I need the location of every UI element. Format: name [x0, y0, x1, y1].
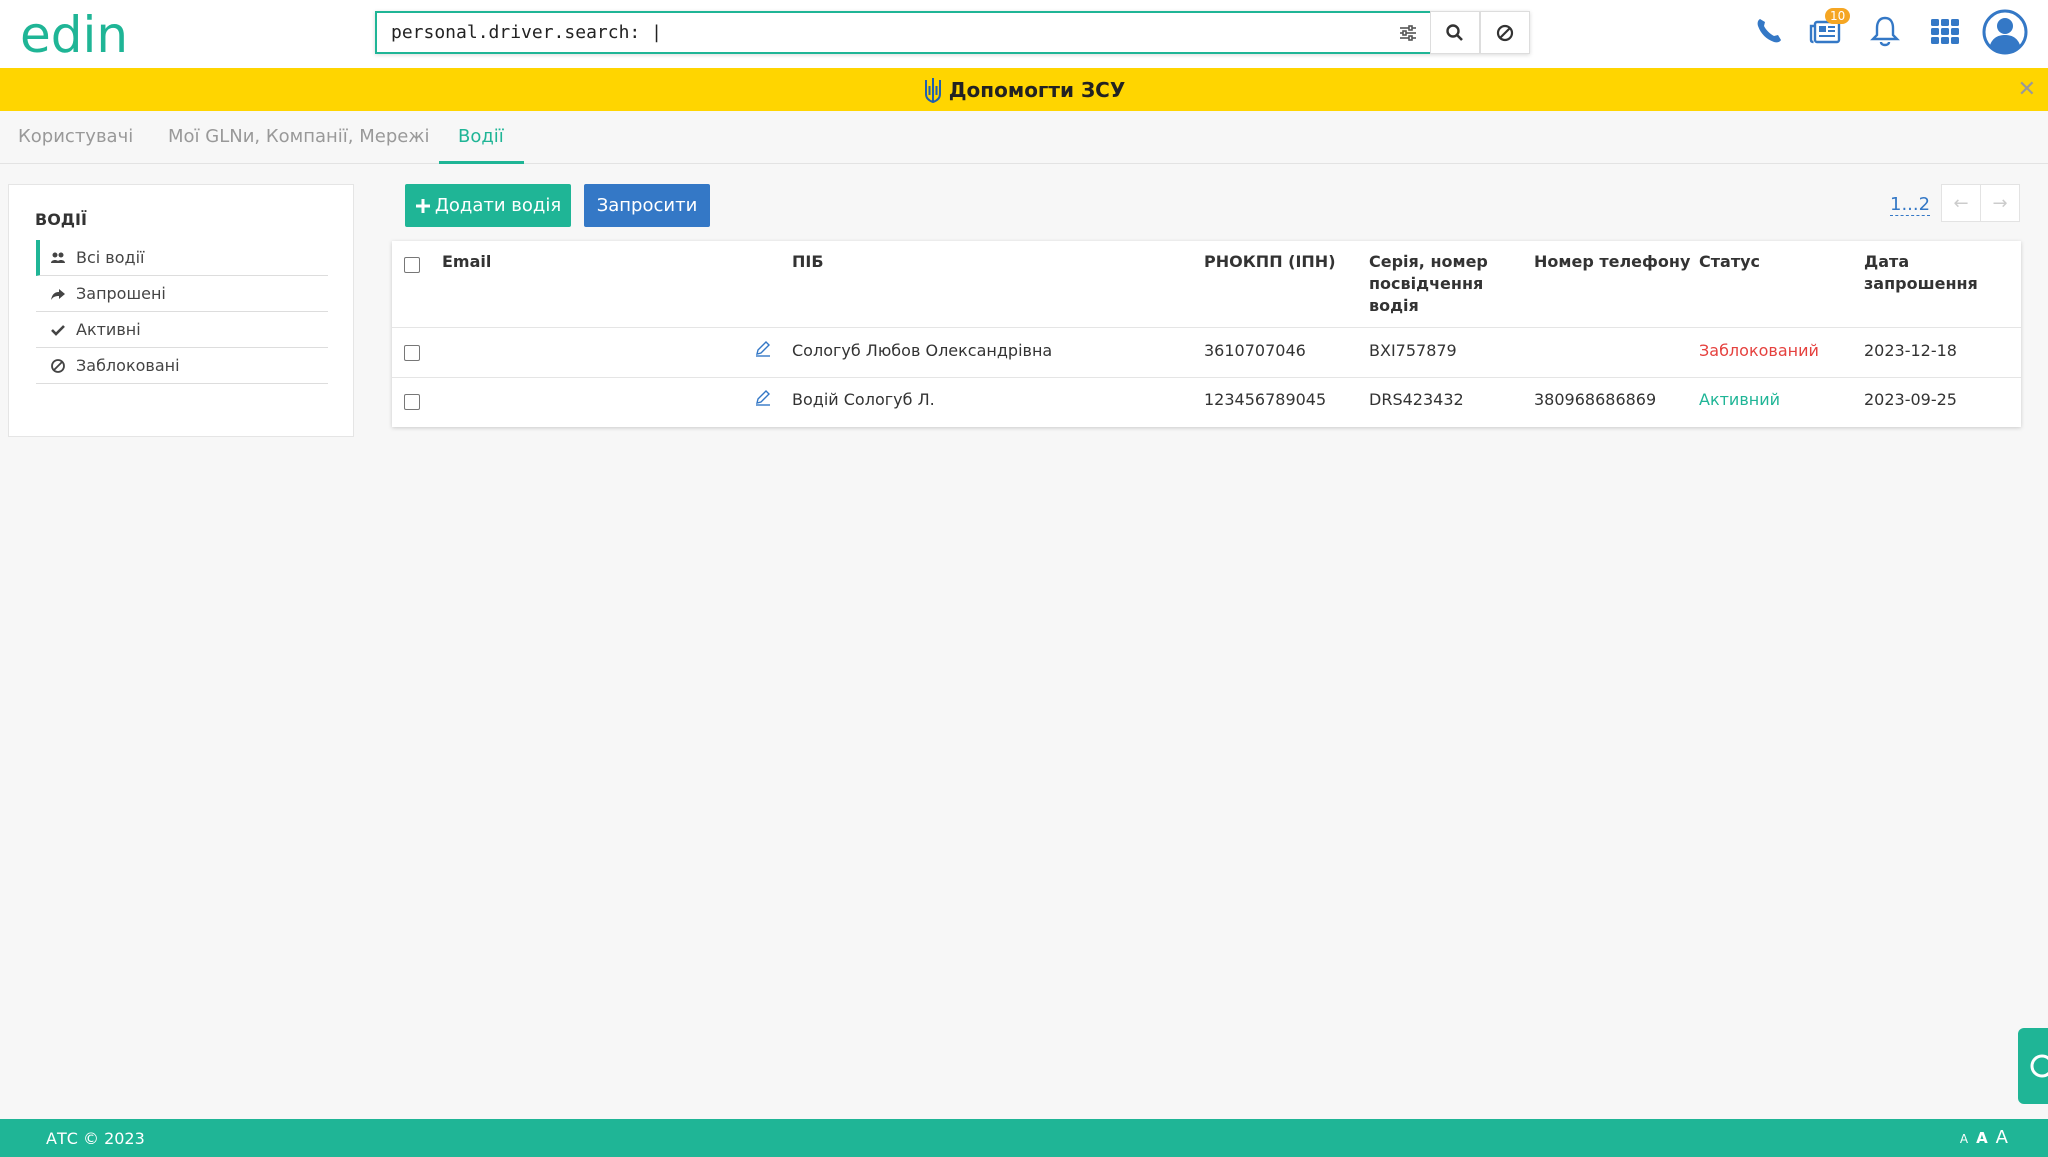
sidebar-title: ВОДІЇ [35, 210, 87, 229]
column-header-status[interactable]: Статус [1699, 251, 1760, 273]
sidebar-item-blocked[interactable]: Заблоковані [36, 348, 328, 384]
drivers-table: Email ПІБ РНОКПП (ІПН) Серія, номер посв… [392, 241, 2021, 427]
clear-search-button[interactable] [1480, 11, 1530, 54]
column-header-invite-date[interactable]: Дата запрошення [1864, 251, 2021, 295]
footer-copyright: АТС © 2023 [46, 1129, 145, 1148]
prev-page-button[interactable]: ← [1941, 184, 1981, 222]
search-box [375, 11, 1430, 54]
notifications-badge: 10 [1825, 8, 1851, 24]
arrow-right-icon: → [1992, 192, 2008, 214]
support-banner[interactable]: Допомогти ЗСУ ✕ [0, 68, 2048, 111]
pencil-icon[interactable] [754, 388, 772, 406]
close-icon[interactable]: ✕ [2018, 77, 2036, 102]
row-checkbox[interactable] [404, 345, 420, 361]
sliders-icon[interactable] [1398, 23, 1418, 43]
next-page-button[interactable]: → [1980, 184, 2020, 222]
chat-widget-button[interactable] [2018, 1028, 2048, 1104]
users-icon [51, 252, 65, 263]
apps-grid-icon[interactable] [1928, 14, 1962, 48]
cell-tax-id: 3610707046 [1204, 341, 1306, 360]
edin-logo[interactable]: edin [20, 10, 170, 60]
search-button[interactable] [1430, 11, 1480, 54]
tab-drivers[interactable]: Водії [458, 126, 504, 147]
user-avatar-icon[interactable] [1982, 9, 2028, 55]
trident-icon [924, 77, 941, 103]
cell-tax-id: 123456789045 [1204, 390, 1327, 409]
sidebar-item-label: Активні [76, 320, 141, 339]
status-badge: Заблокований [1699, 341, 1819, 360]
column-header-email[interactable]: Email [442, 251, 491, 273]
sidebar-item-all-drivers[interactable]: Всі водії [36, 240, 328, 276]
row-checkbox[interactable] [404, 394, 420, 410]
active-tab-indicator [439, 161, 524, 164]
column-header-name[interactable]: ПІБ [792, 251, 824, 273]
chat-icon [2030, 1054, 2048, 1078]
sidebar-item-label: Всі водії [76, 248, 145, 267]
sidebar-item-invited[interactable]: Запрошені [36, 276, 328, 312]
footer: АТС © 2023 A A A [0, 1119, 2048, 1157]
column-header-license[interactable]: Серія, номер посвідчення водія [1369, 251, 1499, 317]
pagination-range[interactable]: 1...2 [1890, 194, 1931, 216]
top-header: edin 10 [0, 0, 2048, 68]
font-size-switcher: A A A [1960, 1127, 2008, 1148]
drivers-sidebar: ВОДІЇ Всі водії Запрошені Активні Заблок… [8, 184, 354, 437]
font-size-small[interactable]: A [1960, 1132, 1968, 1146]
add-driver-button[interactable]: Додати водія [405, 184, 571, 227]
tab-gln-companies[interactable]: Мої GLNи, Компанії, Мережі [168, 126, 430, 147]
search-bar [375, 11, 1530, 54]
invite-button[interactable]: Запросити [584, 184, 710, 227]
phone-icon[interactable] [1752, 14, 1786, 48]
search-input[interactable] [391, 22, 1416, 43]
check-icon [51, 324, 65, 336]
ban-icon [51, 358, 65, 373]
cell-license: BXI757879 [1369, 341, 1457, 360]
column-header-phone[interactable]: Номер телефону [1534, 251, 1690, 273]
tab-users[interactable]: Користувачі [18, 126, 133, 147]
cell-name: Сологуб Любов Олександрівна [792, 341, 1053, 360]
column-header-tax-id[interactable]: РНОКПП (ІПН) [1204, 251, 1336, 273]
ban-icon [1496, 24, 1514, 41]
tabs-bar: Користувачі Мої GLNи, Компанії, Мережі В… [0, 111, 2048, 164]
sidebar-item-active[interactable]: Активні [36, 312, 328, 348]
plus-icon [415, 198, 430, 213]
font-size-medium[interactable]: A [1976, 1129, 1988, 1147]
cell-name: Водій Сологуб Л. [792, 390, 935, 409]
sidebar-item-label: Заблоковані [76, 356, 180, 375]
search-icon [1446, 23, 1463, 41]
cell-invite-date: 2023-09-25 [1864, 390, 1957, 409]
share-icon [51, 288, 65, 300]
cell-invite-date: 2023-12-18 [1864, 341, 1957, 360]
select-all-checkbox[interactable] [404, 257, 420, 273]
banner-text: Допомогти ЗСУ [948, 77, 1126, 102]
bell-icon[interactable] [1868, 14, 1902, 48]
table-row[interactable]: Сологуб Любов Олександрівна 3610707046 B… [392, 327, 2021, 377]
sidebar-item-label: Запрошені [76, 284, 166, 303]
cell-license: DRS423432 [1369, 390, 1464, 409]
table-row[interactable]: Водій Сологуб Л. 123456789045 DRS423432 … [392, 377, 2021, 427]
pencil-icon[interactable] [754, 339, 772, 357]
arrow-left-icon: ← [1953, 192, 1969, 214]
svg-text:edin: edin [20, 10, 128, 60]
status-badge: Активний [1699, 390, 1781, 409]
cell-phone: 380968686869 [1534, 390, 1657, 409]
font-size-large[interactable]: A [1996, 1127, 2008, 1148]
